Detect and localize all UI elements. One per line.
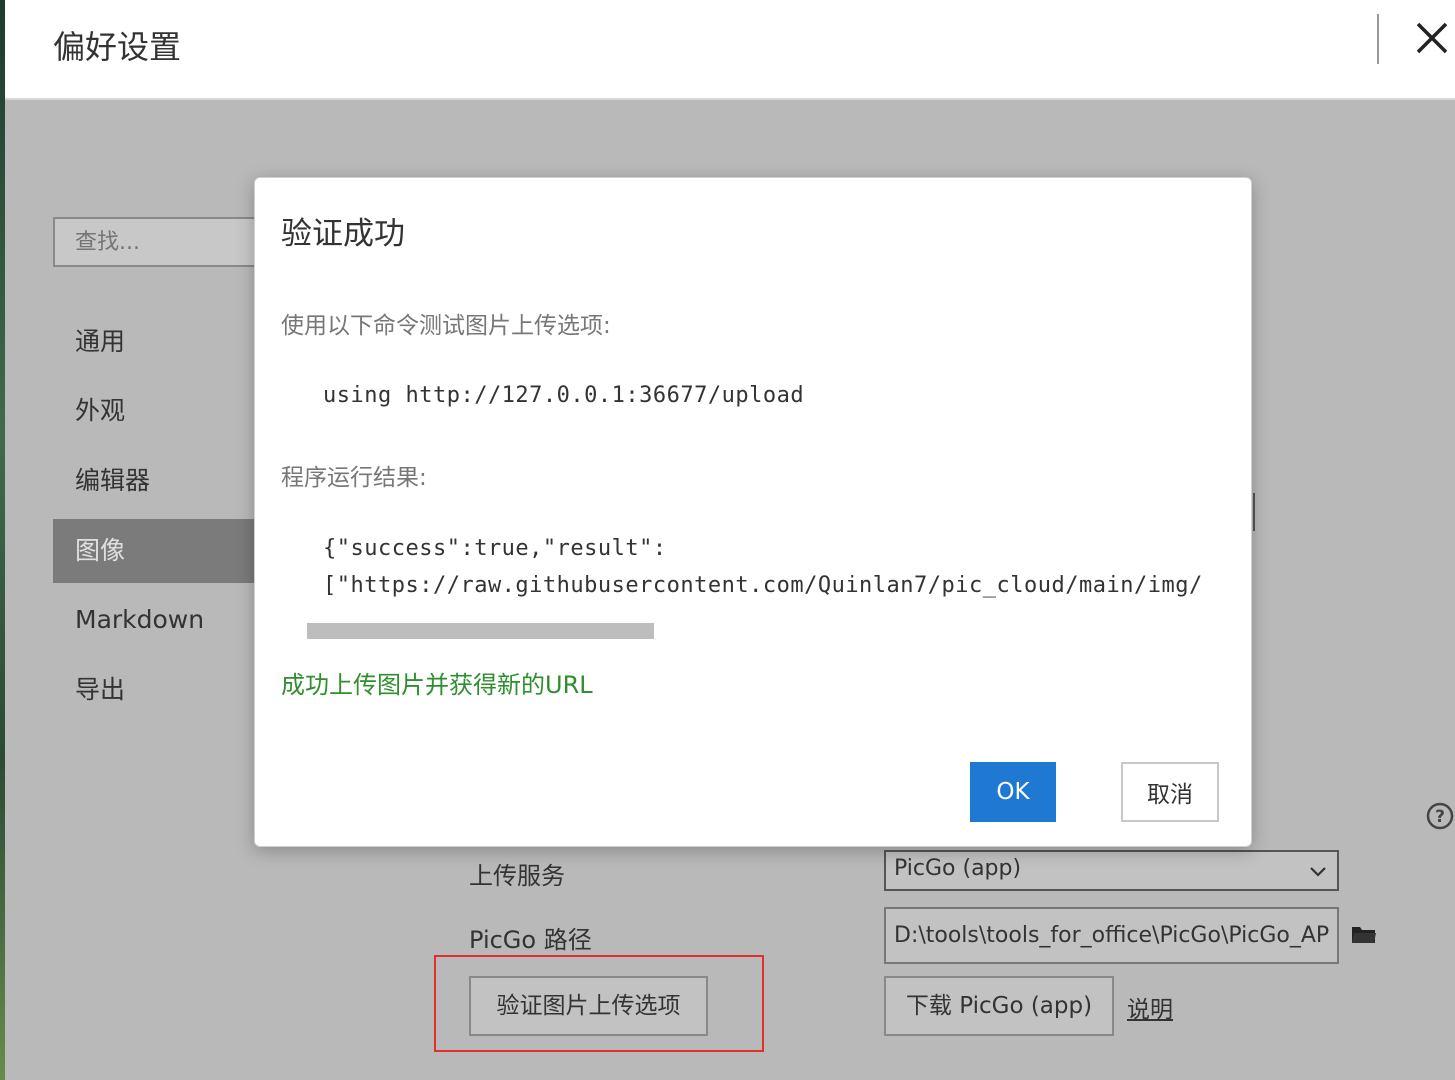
- picgo-path-input[interactable]: D:\tools\tools_for_office\PicGo\PicGo_AP: [884, 907, 1339, 964]
- close-icon[interactable]: [1412, 18, 1452, 58]
- sidebar-item-label: 编辑器: [75, 466, 151, 495]
- cancel-button[interactable]: 取消: [1121, 762, 1219, 822]
- sidebar-item-label: 通用: [75, 327, 126, 356]
- dialog-result-label: 程序运行结果:: [281, 465, 427, 491]
- dialog-result-line-1: {"success":true,"result":: [323, 536, 667, 561]
- sidebar-item-label: 外观: [75, 396, 126, 425]
- help-icon[interactable]: ?: [1426, 802, 1454, 830]
- picgo-path-label: PicGo 路径: [469, 926, 592, 954]
- svg-text:?: ?: [1435, 807, 1445, 827]
- dialog-command: using http://127.0.0.1:36677/upload: [323, 383, 805, 408]
- sidebar-item-label: 导出: [75, 675, 126, 704]
- chevron-down-icon: [1310, 867, 1326, 877]
- window-title: 偏好设置: [53, 28, 182, 66]
- help-link[interactable]: 说明: [1127, 990, 1173, 1024]
- ok-button[interactable]: OK: [970, 762, 1056, 822]
- upload-service-select[interactable]: PicGo (app): [884, 850, 1339, 891]
- verify-success-dialog: 验证成功 使用以下命令测试图片上传选项: using http://127.0.…: [254, 177, 1252, 847]
- folder-icon[interactable]: [1351, 923, 1377, 945]
- dialog-title: 验证成功: [281, 216, 405, 252]
- upload-service-value: PicGo (app): [894, 856, 1022, 881]
- download-picgo-button[interactable]: 下载 PicGo (app): [884, 976, 1114, 1036]
- horizontal-scrollbar[interactable]: [307, 623, 654, 639]
- hidden-control-edge: [1253, 493, 1255, 531]
- download-picgo-label: 下载 PicGo (app): [905, 993, 1093, 1019]
- dialog-result-line-2: ["https://raw.githubusercontent.com/Quin…: [323, 573, 1203, 598]
- window-titlebar: 偏好设置: [5, 0, 1455, 100]
- dialog-test-label: 使用以下命令测试图片上传选项:: [281, 313, 611, 339]
- dialog-success-message: 成功上传图片并获得新的URL: [281, 671, 593, 699]
- annotation-highlight-box: [434, 955, 764, 1052]
- sidebar-item-label: 图像: [75, 536, 126, 565]
- sidebar-item-label: Markdown: [75, 605, 205, 634]
- titlebar-divider: [1377, 14, 1379, 64]
- picgo-path-value: D:\tools\tools_for_office\PicGo\PicGo_AP: [894, 923, 1330, 948]
- upload-service-label: 上传服务: [469, 862, 565, 890]
